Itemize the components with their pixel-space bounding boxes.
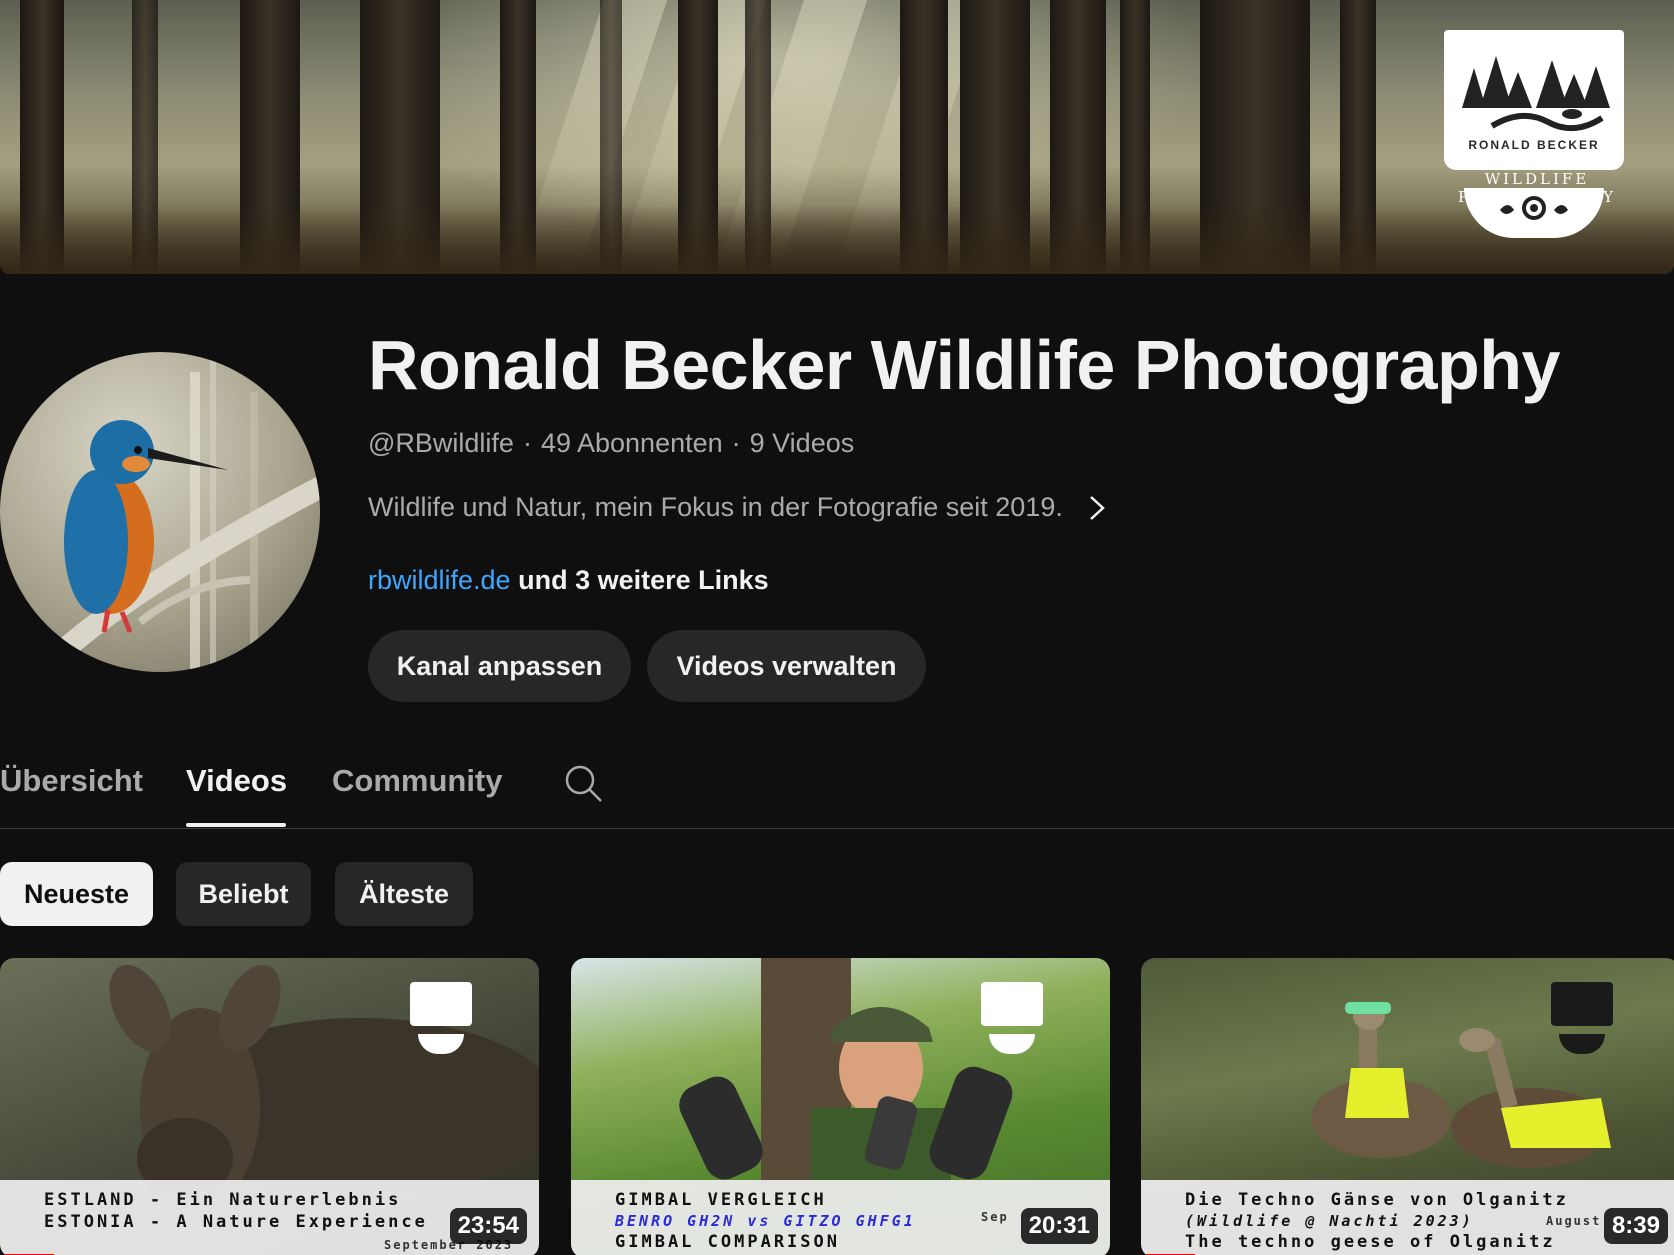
logo-name: RONALD BECKER bbox=[1468, 138, 1600, 152]
tab-videos[interactable]: Videos bbox=[186, 755, 287, 829]
channel-meta: @RBwildlife · 49 Abonnenten · 9 Videos bbox=[368, 428, 854, 459]
logo-forest-icon bbox=[1462, 56, 1610, 131]
manage-videos-button[interactable]: Videos verwalten bbox=[647, 630, 926, 702]
caption-line: GIMBAL VERGLEICH bbox=[615, 1190, 827, 1210]
active-tab-indicator bbox=[186, 823, 286, 827]
video-duration: 23:54 bbox=[449, 1208, 527, 1244]
customize-channel-button[interactable]: Kanal anpassen bbox=[368, 630, 631, 702]
caption-line: GIMBAL COMPARISON bbox=[615, 1232, 840, 1252]
caption-date: August bbox=[1546, 1214, 1602, 1228]
subscriber-count: 49 Abonnenten bbox=[540, 428, 723, 458]
channel-banner: RONALD BECKER WILDLIFE PHOTOGRAPHY bbox=[0, 0, 1674, 274]
channel-tabs: Übersicht Videos Community bbox=[0, 755, 1674, 829]
channel-description[interactable]: Wildlife und Natur, mein Fokus in der Fo… bbox=[368, 492, 1109, 523]
video-duration: 8:39 bbox=[1603, 1208, 1668, 1244]
channel-handle: @RBwildlife bbox=[368, 428, 514, 458]
caption-date: Sep bbox=[981, 1210, 1009, 1224]
filter-oldest[interactable]: Älteste bbox=[335, 862, 473, 926]
video-thumbnail[interactable]: Die Techno Gänse von Olganitz (Wildlife … bbox=[1141, 958, 1674, 1255]
caption-line: Die Techno Gänse von Olganitz bbox=[1185, 1190, 1569, 1210]
caption-line: ESTLAND - Ein Naturerlebnis bbox=[44, 1190, 402, 1210]
meta-separator: · bbox=[731, 428, 741, 458]
video-count: 9 Videos bbox=[749, 428, 855, 458]
chevron-right-icon[interactable] bbox=[1085, 493, 1109, 523]
tab-community[interactable]: Community bbox=[332, 755, 503, 829]
video-thumbnail[interactable]: GIMBAL VERGLEICH BENRO GH2N vs GITZO GHF… bbox=[571, 958, 1110, 1255]
channel-website-link[interactable]: rbwildlife.de bbox=[368, 565, 511, 595]
logo-bottom-seal bbox=[1464, 188, 1604, 238]
video-thumbnail[interactable]: ESTLAND - Ein Naturerlebnis ESTONIA - A … bbox=[0, 958, 539, 1255]
filter-popular[interactable]: Beliebt bbox=[176, 862, 311, 926]
watermark-logo bbox=[975, 978, 1049, 1058]
meta-separator: · bbox=[522, 428, 532, 458]
watermark-logo bbox=[404, 978, 478, 1058]
watermark-logo bbox=[1545, 978, 1619, 1058]
channel-avatar[interactable] bbox=[0, 352, 320, 672]
video-duration: 20:31 bbox=[1020, 1208, 1098, 1244]
banner-logo: RONALD BECKER WILDLIFE PHOTOGRAPHY bbox=[1402, 10, 1672, 238]
tab-overview[interactable]: Übersicht bbox=[0, 755, 143, 829]
filter-newest[interactable]: Neueste bbox=[0, 862, 153, 926]
caption-line: ESTONIA - A Nature Experience bbox=[44, 1212, 428, 1232]
more-links-button[interactable]: und 3 weitere Links bbox=[518, 565, 769, 595]
search-icon[interactable] bbox=[563, 763, 605, 805]
logo-leaf-aperture-icon bbox=[1500, 196, 1568, 220]
caption-line: BENRO GH2N vs GITZO GHFG1 bbox=[615, 1212, 916, 1230]
caption-line: The techno geese of Olganitz bbox=[1185, 1232, 1556, 1252]
channel-links: rbwildlife.de und 3 weitere Links bbox=[368, 565, 769, 596]
kingfisher-avatar-icon bbox=[32, 352, 320, 672]
caption-line: (Wildlife @ Nachti 2023) bbox=[1185, 1212, 1474, 1230]
tabs-divider bbox=[0, 828, 1674, 829]
thumbnail-caption: Die Techno Gänse von Olganitz (Wildlife … bbox=[1141, 1180, 1674, 1255]
channel-name: Ronald Becker Wildlife Photography bbox=[368, 326, 1560, 404]
description-text: Wildlife und Natur, mein Fokus in der Fo… bbox=[368, 492, 1063, 522]
